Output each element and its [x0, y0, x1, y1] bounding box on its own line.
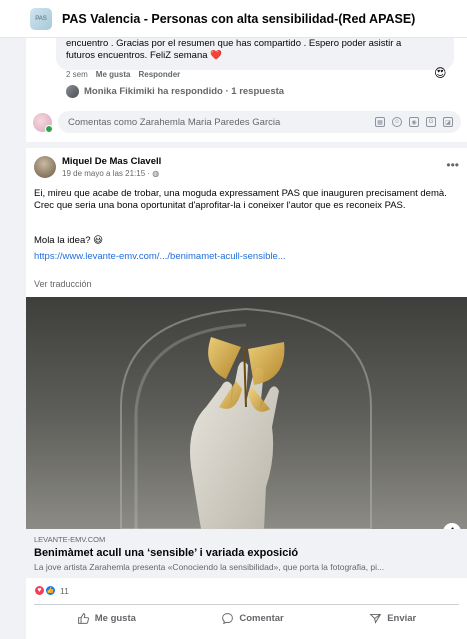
like-button[interactable]: Me gusta: [65, 608, 148, 629]
sticker-icon[interactable]: ▦: [375, 117, 385, 127]
comment-bubble: encuentro . Gracias por el resumen que h…: [56, 34, 454, 70]
post-author-name[interactable]: Miquel De Mas Clavell: [62, 156, 161, 167]
reactions-summary[interactable]: ♥ 👍 11: [34, 585, 69, 596]
post-link[interactable]: https://www.levante-emv.com/.../benimame…: [34, 251, 286, 262]
thumbs-up-icon: [77, 613, 89, 624]
link-preview-image[interactable]: i: [26, 297, 467, 529]
send-icon: [369, 613, 382, 624]
post-card: Miquel De Mas Clavell 19 de mayo a las 2…: [26, 148, 467, 639]
more-options-icon[interactable]: •••: [446, 158, 459, 172]
comment-meta: 2 sem Me gusta Responder: [66, 70, 180, 79]
like-reaction-icon: 👍: [45, 585, 56, 596]
group-thumbnail[interactable]: PAS: [30, 7, 52, 30]
previous-post-card: encuentro . Gracias por el resumen que h…: [26, 34, 467, 142]
comment-reply-button[interactable]: Responder: [138, 70, 180, 79]
comment-reaction-emoji[interactable]: 😍: [434, 66, 447, 80]
post-body-text: Ei, mireu que acabe de trobar, una mogud…: [34, 188, 447, 211]
comment-composer: Comentas como Zarahemla Maria Paredes Ga…: [33, 110, 461, 134]
group-title[interactable]: PAS Valencia - Personas con alta sensibi…: [62, 12, 415, 26]
send-button[interactable]: Enviar: [357, 608, 428, 629]
see-translation-link[interactable]: Ver traducción: [34, 279, 92, 289]
current-user-avatar[interactable]: [33, 112, 53, 133]
comment-text-line1: encuentro . Gracias por el resumen que h…: [66, 38, 402, 49]
post-body-line2: Mola la idea? 😃: [34, 235, 104, 246]
globe-icon: ◍: [152, 169, 160, 178]
sticker-alt-icon[interactable]: ◪: [443, 117, 453, 127]
composer-icons: ▦ ☺ ◉ G ◪: [375, 117, 461, 127]
link-description: La jove artista Zarahemla presenta «Cono…: [34, 562, 385, 572]
post-actions: Me gusta Comentar Enviar: [34, 604, 459, 632]
replies-text: Monika Fikimiki ha respondido · 1 respue…: [84, 86, 285, 97]
comment-input[interactable]: Comentas como Zarahemla Maria Paredes Ga…: [58, 111, 461, 133]
post-author-avatar[interactable]: [34, 156, 56, 178]
reaction-count: 11: [60, 585, 69, 596]
post-date[interactable]: 19 de mayo a las 21:15 · ◍: [62, 169, 159, 178]
bell-jar-photo: [26, 297, 467, 529]
reply-author-avatar: [66, 85, 79, 98]
link-domain: LEVANTE-EMV.COM: [34, 535, 106, 544]
comment-like-button[interactable]: Me gusta: [96, 70, 131, 79]
comment-icon: [222, 613, 234, 625]
gif-icon[interactable]: G: [426, 117, 436, 127]
link-title: Benimàmet acull una ‘sensible’ i variada…: [34, 547, 299, 559]
camera-icon[interactable]: ◉: [409, 117, 419, 127]
view-replies-link[interactable]: Monika Fikimiki ha respondido · 1 respue…: [66, 85, 284, 98]
group-header: PAS PAS Valencia - Personas con alta sen…: [0, 0, 467, 38]
comment-time[interactable]: 2 sem: [66, 70, 88, 79]
heart-emoji: ❤️: [210, 50, 222, 61]
comment-input-placeholder: Comentas como Zarahemla Maria Paredes Ga…: [68, 116, 281, 128]
emoji-icon[interactable]: ☺: [392, 117, 402, 127]
link-preview-caption[interactable]: LEVANTE-EMV.COM Benimàmet acull una ‘sen…: [26, 529, 467, 578]
love-reaction-icon: ♥: [34, 585, 45, 596]
comment-button[interactable]: Comentar: [209, 608, 295, 629]
comment-text-line2: futuros encuentros. FeliZ semana: [66, 50, 208, 61]
